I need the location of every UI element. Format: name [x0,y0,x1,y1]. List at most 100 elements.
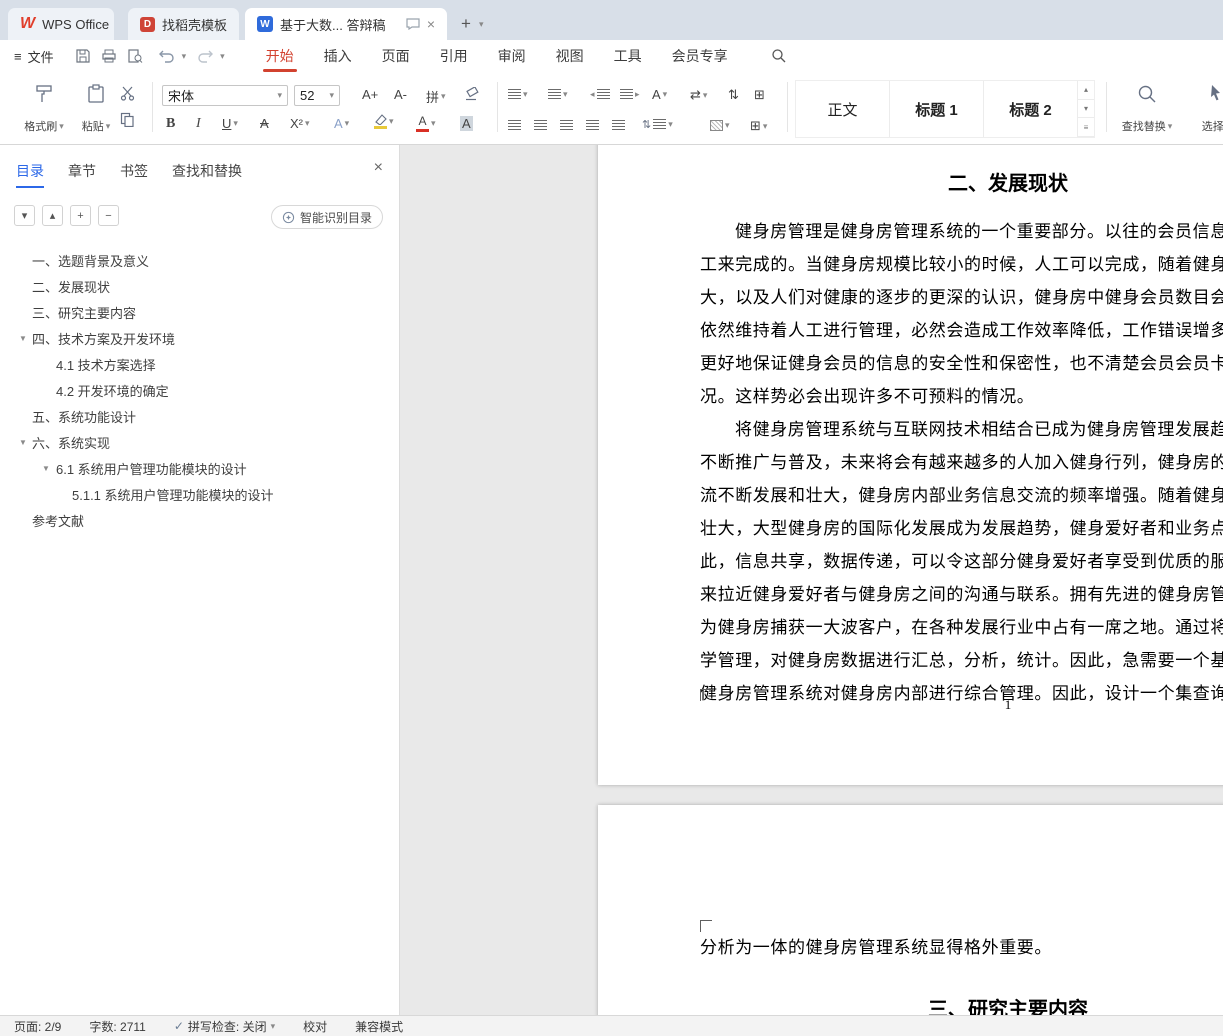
text-direction-button[interactable]: A ▾ [652,87,667,102]
toc-zoom-out-button[interactable]: − [98,205,119,226]
smart-toc-button[interactable]: 智能识别目录 [270,205,383,229]
new-tab-icon[interactable]: + [461,14,471,34]
toc-item[interactable]: 二、发展现状 [0,273,399,299]
toc-item[interactable]: 4.2 开发环境的确定 [0,377,399,403]
italic-button[interactable]: I [196,116,201,132]
toc-item[interactable]: 5.1.1 系统用户管理功能模块的设计 [0,481,399,507]
clear-format-icon[interactable] [464,87,480,101]
toc-item[interactable]: ▼ 四、技术方案及开发环境 [0,325,399,351]
underline-button[interactable]: U ▾ [222,116,238,131]
select-button[interactable]: 选择▾ [1192,81,1223,137]
distribute-button[interactable] [612,120,625,131]
decrease-indent-button[interactable]: ◂ [590,89,610,100]
tab-docer-templates[interactable]: D 找稻壳模板 [128,8,240,40]
menu-tab-view[interactable]: 视图 [541,40,599,72]
sidebar-tab-toc[interactable]: 目录 [16,161,44,188]
format-painter-button[interactable]: 格式刷 ▾ [20,81,68,137]
search-icon[interactable] [771,48,787,64]
line-spacing-button[interactable]: ⇅ ▾ [642,118,673,131]
status-spell-check[interactable]: ✓ 拼写检查: 关闭 ▾ [174,1018,275,1035]
expander-icon[interactable]: ▼ [19,438,27,447]
style-more-icon[interactable]: ≡ [1078,118,1094,138]
toc-item[interactable]: ▼ 六、系统实现 [0,429,399,455]
shrink-font-button[interactable]: A- [394,87,407,102]
document-page-2[interactable]: 分析为一体的健身房管理系统显得格外重要。 三、研究主要内容 [598,805,1223,1015]
align-right-button[interactable] [560,120,573,131]
char-shading-button[interactable]: A [460,116,473,131]
save-icon[interactable] [75,48,91,64]
status-proofread[interactable]: 校对 [303,1018,327,1035]
file-menu-button[interactable]: ≡ 文件 [14,47,54,66]
superscript-button[interactable]: X² ▾ [290,116,310,131]
font-size-combobox[interactable]: 52 ▾ [294,85,340,106]
font-color-button[interactable]: A ▾ [416,114,436,132]
style-normal[interactable]: 正文 [796,81,890,137]
menu-tab-member[interactable]: 会员专享 [657,40,743,72]
chat-bubble-icon[interactable] [406,18,420,30]
bullets-button[interactable]: ▾ [508,89,528,100]
bold-button[interactable]: B [166,116,175,132]
pinyin-guide-button[interactable]: 拼 ▾ [426,87,446,106]
toc-item[interactable]: 参考文献 [0,507,399,533]
tab-wps-home[interactable]: W WPS Office [8,8,114,40]
print-icon[interactable] [101,48,117,64]
style-heading1[interactable]: 标题 1 [890,81,984,137]
undo-chevron-icon[interactable]: ▾ [182,51,187,61]
sidebar-tab-bookmarks[interactable]: 书签 [120,161,148,188]
tab-list-chevron-icon[interactable]: ▾ [479,19,484,29]
document-page-1[interactable]: 二、发展现状 健身房管理是健身房管理系统的一个重要部分。以往的会员信息管理， 工… [598,145,1223,785]
toc-item[interactable]: ▼ 6.1 系统用户管理功能模块的设计 [0,455,399,481]
toc-item[interactable]: 4.1 技术方案选择 [0,351,399,377]
style-scroll-down-icon[interactable]: ▾ [1078,100,1094,119]
print-preview-icon[interactable] [127,48,143,64]
toc-expand-button[interactable]: ▴ [42,205,63,226]
shading-button[interactable]: ▾ [710,120,730,131]
style-heading2[interactable]: 标题 2 [984,81,1078,137]
toc-collapse-button[interactable]: ▾ [14,205,35,226]
strikethrough-button[interactable]: A [260,116,269,131]
text-effects-button[interactable]: A ▾ [334,116,349,131]
cut-icon[interactable] [120,86,135,101]
toc-zoom-in-button[interactable]: + [70,205,91,226]
document-canvas[interactable]: 二、发展现状 健身房管理是健身房管理系统的一个重要部分。以往的会员信息管理， 工… [400,145,1223,1015]
justify-button[interactable] [586,120,599,131]
expander-icon[interactable]: ▼ [42,464,50,473]
align-center-button[interactable] [534,120,547,131]
find-replace-button[interactable]: 查找替换 ▾ [1116,81,1178,137]
menu-tab-reference[interactable]: 引用 [425,40,483,72]
style-gallery: 正文 标题 1 标题 2 ▴ ▾ ≡ [795,80,1095,138]
numbering-button[interactable]: ▾ [548,89,568,100]
tab-stop-button[interactable]: ⊞ [754,87,765,103]
toc-item[interactable]: 三、研究主要内容 [0,299,399,325]
font-name-combobox[interactable]: 宋体 ▾ [162,85,288,106]
borders-button[interactable]: ⊞ ▾ [750,118,767,134]
paste-button[interactable]: 粘贴 ▾ [72,81,120,137]
wrap-button[interactable]: ⇄ ▾ [690,87,707,103]
menu-tab-home[interactable]: 开始 [251,40,309,72]
sidebar-close-icon[interactable]: × [374,159,383,177]
style-scroll-up-icon[interactable]: ▴ [1078,81,1094,100]
redo-icon[interactable] [197,50,214,63]
close-tab-icon[interactable]: × [427,16,435,32]
menu-tab-page[interactable]: 页面 [367,40,425,72]
sort-button[interactable]: ⇅ [728,87,739,103]
align-left-button[interactable] [508,120,521,131]
sidebar-tab-chapters[interactable]: 章节 [68,161,96,188]
menu-tab-tools[interactable]: 工具 [599,40,657,72]
undo-icon[interactable] [158,50,175,63]
status-word-count[interactable]: 字数: 2711 [89,1018,145,1035]
menu-tab-review[interactable]: 审阅 [483,40,541,72]
increase-indent-button[interactable]: ▸ [620,89,640,100]
menu-tab-insert[interactable]: 插入 [309,40,367,72]
sidebar-tab-find-replace[interactable]: 查找和替换 [172,161,242,188]
copy-icon[interactable] [120,112,135,127]
grow-font-button[interactable]: A+ [362,87,378,102]
status-page-indicator[interactable]: 页面: 2/9 [14,1018,61,1035]
status-compat-mode[interactable]: 兼容模式 [355,1018,403,1035]
highlight-color-button[interactable]: ▾ [374,114,394,129]
toc-item[interactable]: 一、选题背景及意义 [0,247,399,273]
tab-document-active[interactable]: W 基于大数... 答辩稿 × [245,8,448,40]
redo-chevron-icon[interactable]: ▾ [220,51,225,61]
expander-icon[interactable]: ▼ [19,334,27,343]
toc-item[interactable]: 五、系统功能设计 [0,403,399,429]
